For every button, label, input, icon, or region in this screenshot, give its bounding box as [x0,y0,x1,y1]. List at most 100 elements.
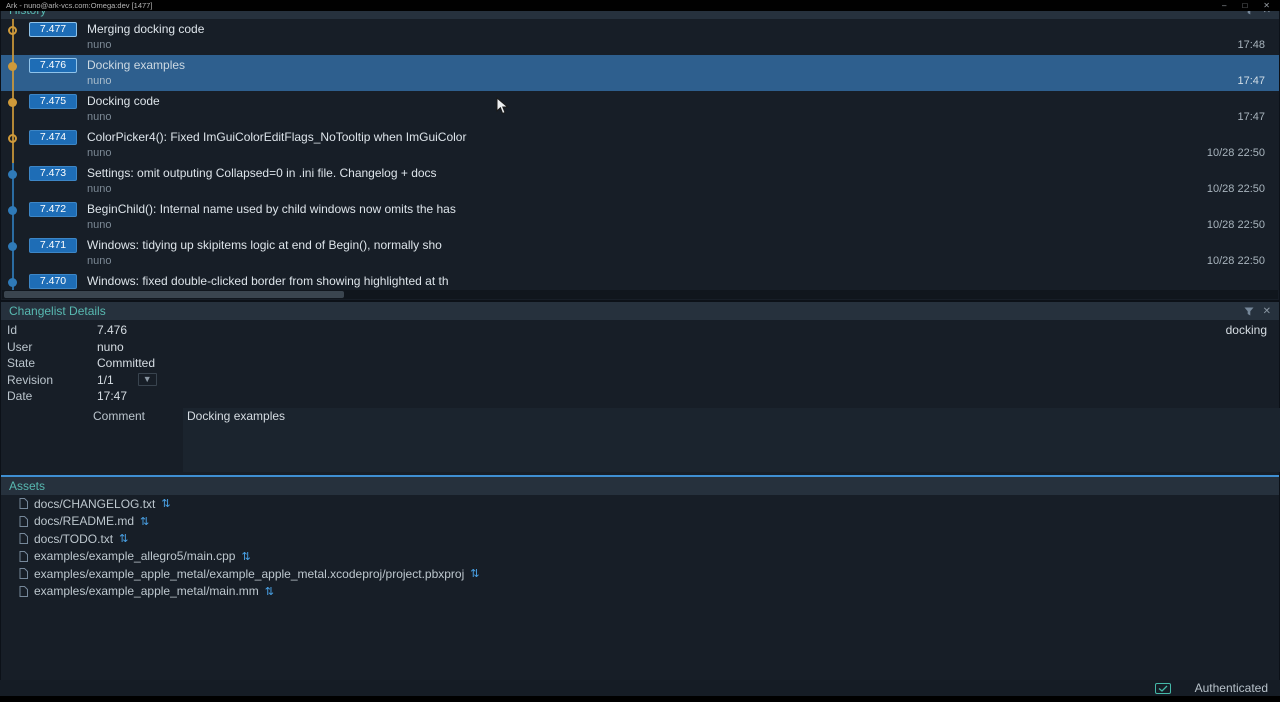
graph-dot [8,206,17,215]
asset-path: examples/example_allegro5/main.cpp [34,549,235,563]
close-panel-icon[interactable]: ✕ [1263,306,1271,317]
changed-status-icon: ⇅ [470,567,479,580]
changeset-number-badge[interactable]: 7.471 [29,238,77,253]
changeset-number-badge[interactable]: 7.477 [29,22,77,37]
asset-row[interactable]: examples/example_allegro5/main.cpp ⇅ [1,548,1279,566]
changeset-comment: Windows: tidying up skipitems logic at e… [87,238,1277,252]
field-label: State [7,356,97,370]
maximize-icon[interactable]: □ [1242,0,1247,11]
document-icon [19,551,28,562]
graph-dot [8,278,17,287]
detail-field-revision: Revision1/1 ▼ [1,372,1279,389]
changeset-comment: BeginChild(): Internal name used by chil… [87,202,1277,216]
changeset-author: nuno [87,39,111,51]
document-icon [19,516,28,527]
asset-row[interactable]: examples/example_apple_metal/main.mm⇅ [1,583,1279,601]
changeset-row[interactable]: 7.471 Windows: tidying up skipitems logic… [1,235,1279,271]
branch-graph [1,19,27,55]
window-controls: – □ ✕ [1222,0,1270,11]
changeset-row[interactable]: 7.475Docking codenuno17:47 [1,91,1279,127]
changeset-row[interactable]: 7.473 Settings: omit outputing Collapsed=… [1,163,1279,199]
detail-field-id: Id7.476docking [1,322,1279,339]
changed-status-icon: ⇅ [241,550,250,563]
detail-field-date: Date17:47 [1,388,1279,405]
branch-graph [1,55,27,91]
document-icon [19,498,28,509]
minimize-icon[interactable]: – [1222,0,1226,11]
revision-dropdown[interactable]: ▼ [138,373,157,386]
branch-graph [1,271,27,291]
graph-line-segment [12,199,14,235]
asset-path: docs/CHANGELOG.txt [34,497,155,511]
app-window: Ark - nuno@ark-vcs.com:Omega:dev [1477] … [0,0,1280,702]
branch-graph [1,127,27,163]
changeset-row[interactable]: 7.472 BeginChild(): Internal name used by… [1,199,1279,235]
changeset-comment: Windows: fixed double-clicked border fro… [87,274,1277,288]
changeset-comment: Settings: omit outputing Collapsed=0 in … [87,166,1277,180]
field-label: User [7,340,97,354]
changeset-author: nuno [87,183,111,195]
changeset-row[interactable]: 7.470 Windows: fixed double-clicked borde… [1,271,1279,291]
graph-line-segment [12,163,14,199]
changeset-number-badge[interactable]: 7.474 [29,130,77,145]
changeset-time: 10/28 22:50 [1207,147,1265,159]
detail-field-user: Usernuno [1,339,1279,356]
changeset-comment: ColorPicker4(): Fixed ImGuiColorEditFlag… [87,130,1277,144]
field-value: 1/1 [97,373,114,387]
field-value: nuno [97,340,124,354]
field-label: Date [7,389,97,403]
filter-icon[interactable] [1244,307,1254,316]
detail-field-state: StateCommitted [1,355,1279,372]
changeset-row[interactable]: 7.477 Merging docking code nuno 17:48 [1,19,1279,55]
comment-value-box[interactable]: Docking examples [183,408,1280,472]
asset-path: examples/example_apple_metal/example_app… [34,567,464,581]
changed-status-icon: ⇅ [119,532,128,545]
branch-graph [1,199,27,235]
asset-row[interactable]: docs/README.md ⇅ [1,513,1279,531]
changeset-author: nuno [87,147,111,159]
field-value: 7.476 [97,323,127,337]
authenticated-icon [1155,683,1171,694]
title-bar: Ark - nuno@ark-vcs.com:Omega:dev [1477] … [0,0,1280,11]
field-value: 17:47 [97,389,127,403]
field-label: Revision [7,373,97,387]
changeset-time: 17:48 [1237,39,1265,51]
changeset-time: 10/28 22:50 [1207,219,1265,231]
changeset-author: nuno [87,75,111,87]
close-icon[interactable]: ✕ [1263,0,1270,11]
details-fields: Id7.476dockingUsernunoStateCommittedRevi… [1,322,1279,475]
graph-dot [8,170,17,179]
scrollbar-thumb[interactable] [4,291,344,298]
document-icon [19,586,28,597]
changeset-author: nuno [87,219,111,231]
asset-row[interactable]: docs/TODO.txt⇅ [1,530,1279,548]
changeset-time: 17:47 [1237,111,1265,123]
changeset-number-badge[interactable]: 7.473 [29,166,77,181]
asset-path: docs/README.md [34,514,134,528]
history-panel: History ✕ 7.477Merging docking codenuno1… [0,0,1280,301]
changeset-comment: Merging docking code [87,22,1277,36]
graph-line-segment [12,235,14,271]
branch-graph [1,91,27,127]
document-icon [19,568,28,579]
asset-row[interactable]: examples/example_apple_metal/example_app… [1,565,1279,583]
status-bar: Authenticated [0,680,1280,696]
changeset-row[interactable]: 7.476Docking examplesnuno17:47 [1,55,1279,91]
changeset-number-badge[interactable]: 7.475 [29,94,77,109]
changeset-number-badge[interactable]: 7.476 [29,58,77,73]
changeset-row[interactable]: 7.474 ColorPicker4(): Fixed ImGuiColorEdi… [1,127,1279,163]
field-label: Id [7,323,97,337]
horizontal-scrollbar[interactable] [2,290,1278,299]
asset-row[interactable]: docs/CHANGELOG.txt⇅ [1,495,1279,513]
field-label: Comment [93,409,183,423]
field-value: Committed [97,356,155,370]
graph-dot [8,98,17,107]
changeset-number-badge[interactable]: 7.470 [29,274,77,289]
changeset-number-badge[interactable]: 7.472 [29,202,77,217]
graph-line-segment [12,127,14,163]
changed-status-icon: ⇅ [140,515,149,528]
graph-dot [8,242,17,251]
branch-graph [1,235,27,271]
graph-line-segment [12,91,14,127]
changeset-comment: Docking code [87,94,1277,108]
